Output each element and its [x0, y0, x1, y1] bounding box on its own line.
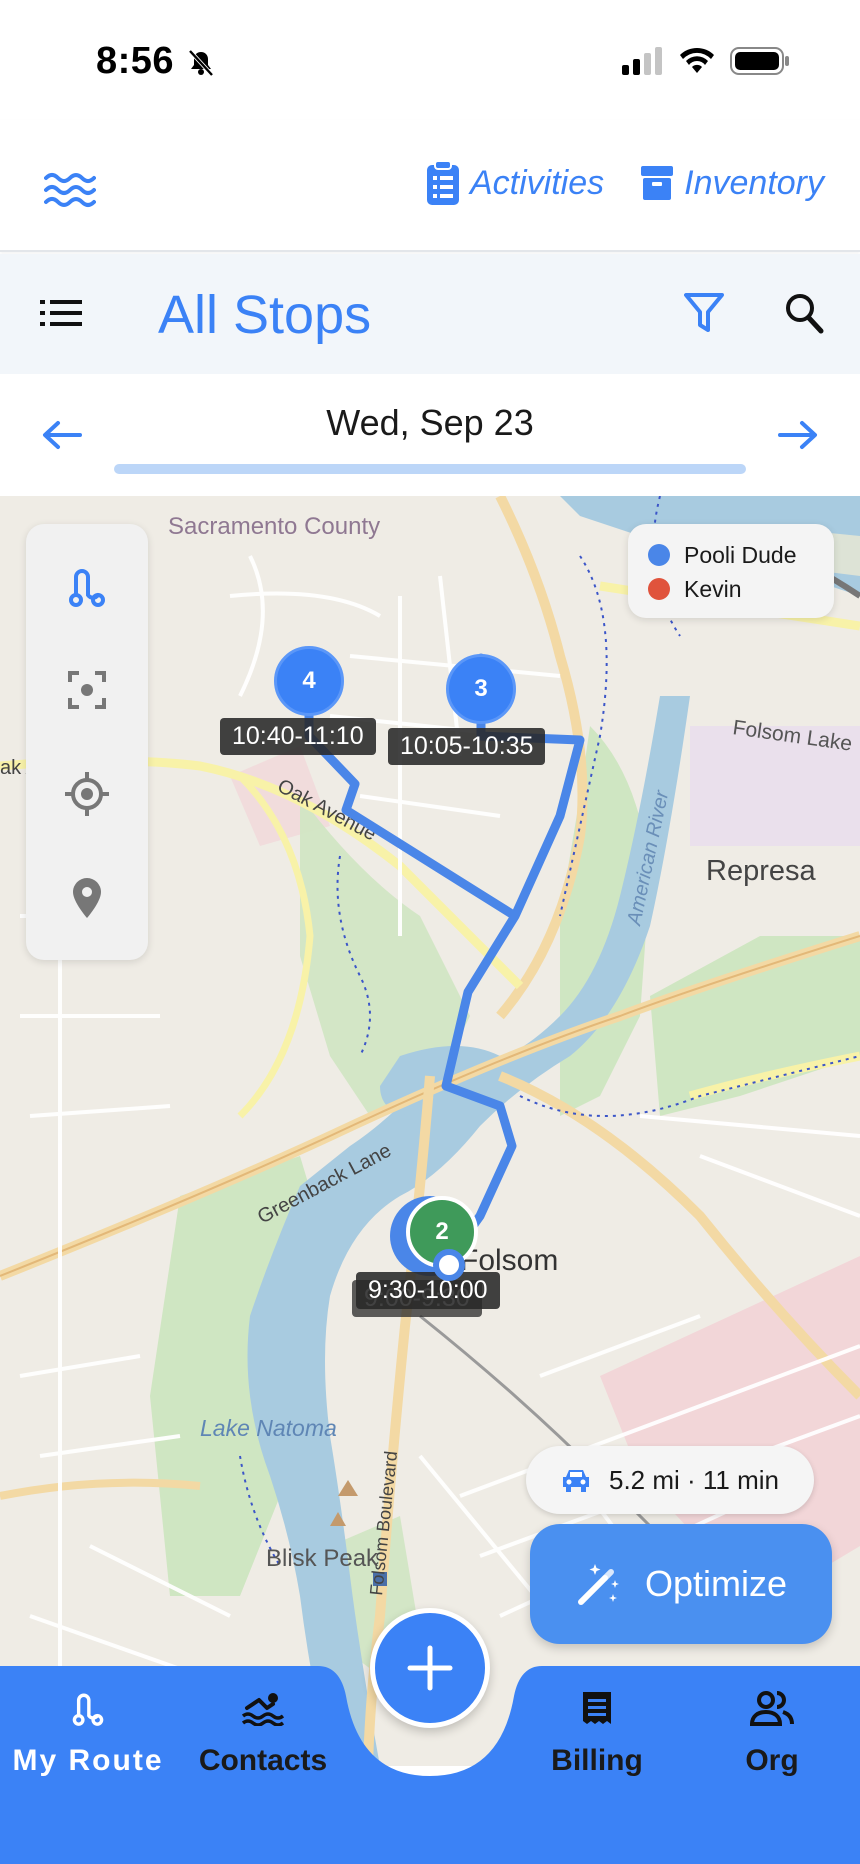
page-title: All Stops	[158, 285, 372, 345]
map-pin-icon	[73, 878, 101, 918]
map-tools-panel	[26, 524, 148, 960]
activities-link[interactable]: Activities	[426, 160, 604, 206]
swimmer-icon	[241, 1693, 285, 1726]
route-view-button[interactable]	[26, 534, 148, 638]
nav-billing[interactable]: Billing	[534, 1690, 660, 1778]
legend-item-kevin: Kevin	[648, 572, 814, 606]
label-blisk-peak: Blisk Peak	[266, 1545, 379, 1572]
waves-icon[interactable]	[44, 170, 96, 210]
route-icon	[69, 569, 105, 607]
legend-dot-red	[648, 578, 670, 600]
fit-bounds-button[interactable]	[26, 638, 148, 742]
activities-label: Activities	[470, 163, 605, 202]
focus-frame-icon	[68, 671, 106, 709]
stop-marker-3[interactable]: 3	[446, 654, 516, 724]
stop-time-3: 10:05-10:35	[388, 728, 546, 765]
battery-icon	[730, 47, 789, 75]
pin-button[interactable]	[26, 846, 148, 950]
car-icon	[562, 1470, 589, 1492]
stop-marker-4[interactable]: 4	[274, 646, 344, 716]
inventory-link[interactable]: Inventory	[640, 164, 824, 203]
legend-dot-blue	[648, 544, 670, 566]
route-summary: 5.2 mi · 11 min	[526, 1446, 814, 1514]
arrow-right-icon[interactable]	[778, 420, 818, 450]
current-location-icon	[433, 1249, 465, 1281]
plus-icon	[407, 1645, 453, 1691]
crosshair-icon	[65, 772, 109, 816]
map-legend: Pooli Dude Kevin	[628, 524, 834, 618]
label-sacramento-county: Sacramento County	[168, 513, 380, 540]
optimize-button[interactable]: Optimize	[530, 1524, 832, 1644]
inventory-label: Inventory	[684, 163, 824, 202]
archive-box-icon	[641, 166, 674, 200]
cellular-signal-icon	[622, 47, 662, 75]
stop-time-4: 10:40-11:10	[220, 718, 376, 755]
route-summary-text: 5.2 mi · 11 min	[608, 1464, 779, 1495]
bell-off-icon	[188, 49, 214, 77]
my-location-button[interactable]	[26, 742, 148, 846]
label-lake-natoma: Lake Natoma	[200, 1415, 337, 1441]
receipt-icon	[583, 1692, 611, 1724]
clipboard-list-icon	[427, 160, 459, 205]
nav-contacts[interactable]: Contacts	[186, 1690, 340, 1778]
label-represa: Represa	[706, 855, 816, 887]
nav-my-route[interactable]: My Route	[6, 1690, 170, 1778]
date-progress-bar	[114, 464, 746, 474]
nav-billing-label: Billing	[551, 1744, 643, 1777]
optimize-label: Optimize	[644, 1563, 788, 1604]
status-time: 8:56	[96, 40, 175, 82]
current-date[interactable]: Wed, Sep 23	[0, 402, 860, 444]
people-icon	[749, 1691, 794, 1726]
title-bar	[0, 254, 860, 374]
nav-org-label: Org	[745, 1744, 799, 1777]
add-stop-button[interactable]	[370, 1608, 490, 1728]
legend-item-pooli-dude: Pooli Dude	[648, 538, 814, 572]
filter-icon[interactable]	[684, 292, 724, 334]
top-links: Activities Inventory	[426, 160, 824, 206]
stop-time-2: 9:30-10:00	[356, 1272, 500, 1309]
route-icon	[72, 1693, 104, 1726]
legend-label: Kevin	[684, 575, 742, 602]
search-icon[interactable]	[784, 292, 824, 334]
magic-wand-icon	[577, 1564, 619, 1605]
status-bar: 8:56	[0, 0, 860, 120]
wifi-icon	[680, 47, 714, 73]
list-icon[interactable]	[40, 298, 82, 328]
legend-label: Pooli Dude	[684, 541, 797, 568]
nav-contacts-label: Contacts	[198, 1744, 328, 1777]
nav-org[interactable]: Org	[712, 1690, 832, 1778]
nav-my-route-label: My Route	[12, 1744, 164, 1777]
